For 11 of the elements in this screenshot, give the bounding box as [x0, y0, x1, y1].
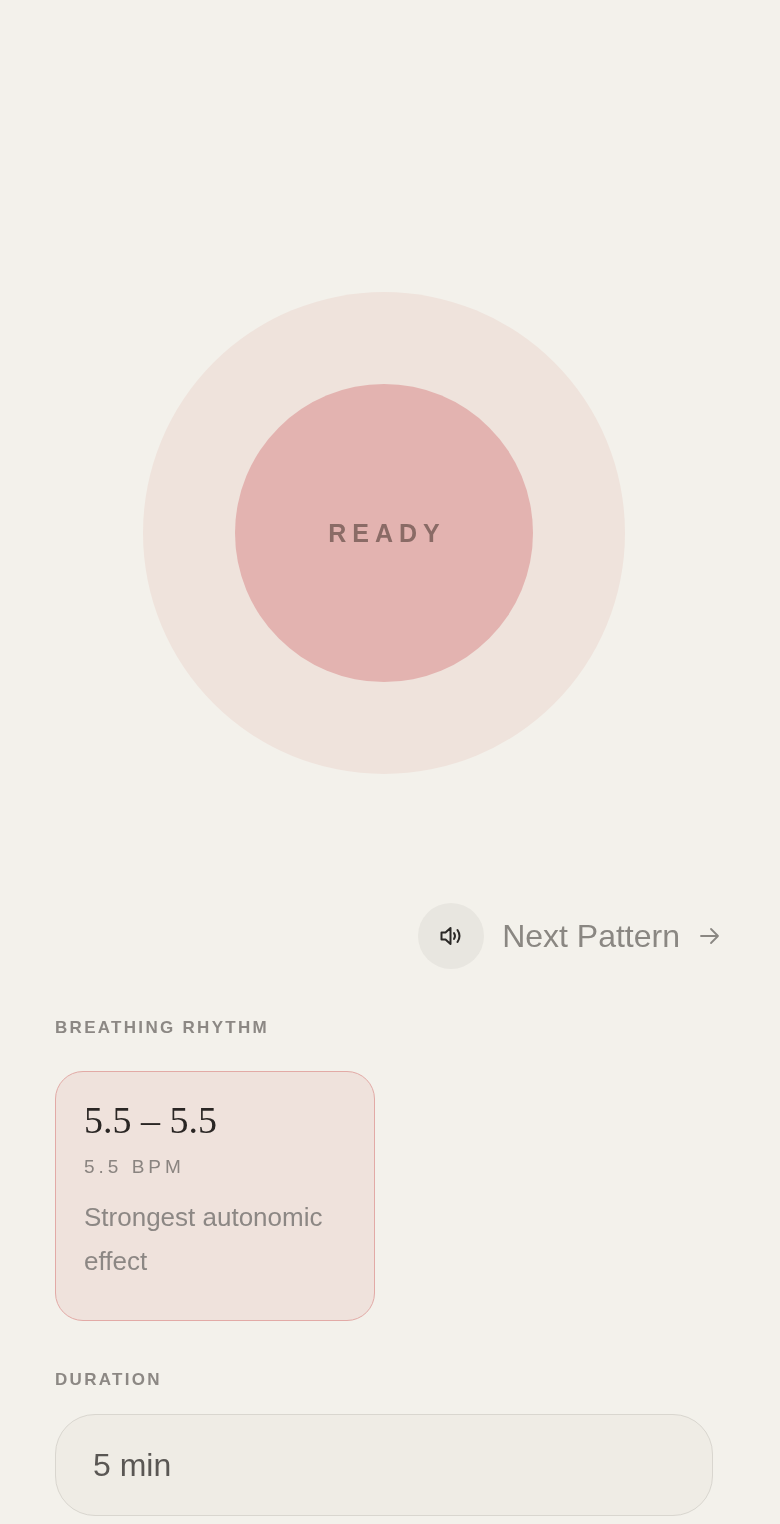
duration-field[interactable]: 5 min — [55, 1414, 713, 1516]
next-pattern-button[interactable]: Next Pattern — [502, 917, 720, 955]
breath-rate-text: 5.5 BPM — [84, 1155, 186, 1179]
breath-ratio-text: 5.5 – 5.5 — [84, 1098, 218, 1142]
rhythm-option-card[interactable]: 5.5 – 5.5 5.5 BPM Strongest autonomic effect — [55, 1071, 375, 1321]
section-label: DURATION — [55, 1370, 163, 1390]
orb-status-text: READY — [327, 518, 446, 548]
arrow-right-icon — [700, 927, 720, 945]
speaker-icon — [440, 926, 463, 946]
option-description: Strongest autonomic effect — [84, 1201, 324, 1278]
section-label: BREATHING RHYTHM — [55, 1018, 271, 1038]
